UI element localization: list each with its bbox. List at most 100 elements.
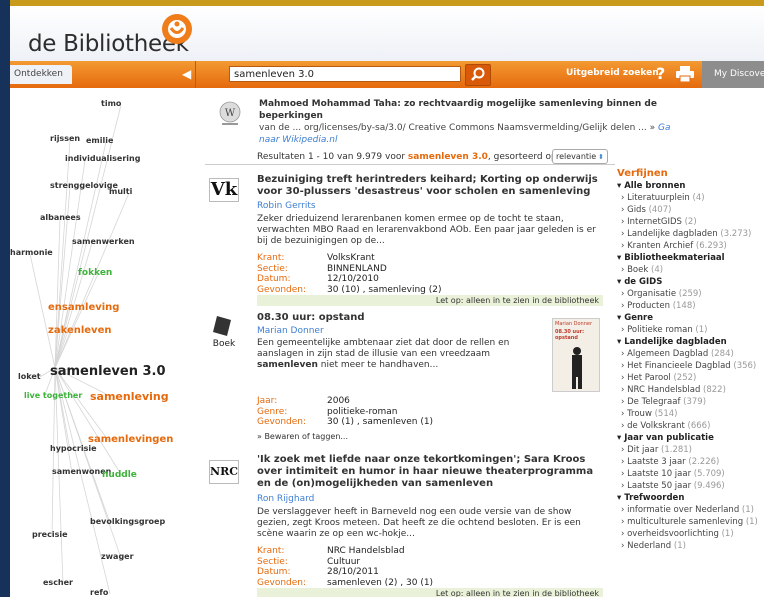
refine-item[interactable]: › informatie over Nederland (1) bbox=[617, 504, 764, 516]
print-icon[interactable] bbox=[676, 66, 694, 82]
refine-item[interactable]: › overheidsvoorlichting (1) bbox=[617, 528, 764, 540]
refine-item[interactable]: › Politieke roman (1) bbox=[617, 324, 764, 336]
cover-author: Marian Donner bbox=[555, 321, 593, 327]
cloud-word[interactable]: individualisering bbox=[65, 154, 140, 163]
refine-item[interactable]: › Laatste 50 jaar (9.496) bbox=[617, 480, 764, 492]
cloud-word[interactable]: strenggelovige bbox=[50, 181, 118, 190]
save-tag-link[interactable]: » Bewaren of taggen... bbox=[257, 432, 348, 441]
meta-key: Krant: bbox=[257, 253, 285, 263]
refine-title: Verfijnen bbox=[617, 168, 668, 179]
search-button[interactable] bbox=[465, 64, 491, 86]
refine-group-heading[interactable]: ▾ de GIDS bbox=[617, 276, 764, 288]
refine-group-heading[interactable]: ▾ Genre bbox=[617, 312, 764, 324]
refine-item[interactable]: › Landelijke dagbladen (3.273) bbox=[617, 228, 764, 240]
refine-item[interactable]: › Nederland (1) bbox=[617, 540, 764, 552]
cloud-word[interactable]: emilie bbox=[86, 136, 113, 145]
refine-item[interactable]: › Het Parool (252) bbox=[617, 372, 764, 384]
advanced-search-link[interactable]: Uitgebreid zoeken bbox=[566, 68, 659, 78]
refine-item-count: (9.496) bbox=[693, 481, 725, 491]
toolbar: Ontdekken ◀ Uitgebreid zoeken ? My Disco… bbox=[10, 61, 764, 88]
refine-group-heading[interactable]: ▾ Bibliotheekmateriaal bbox=[617, 252, 764, 264]
refine-panel: Verfijnen ▾ Alle bronnen › Literatuurplei… bbox=[617, 168, 764, 597]
refine-item-count: (407) bbox=[648, 205, 672, 215]
wikipedia-link-2[interactable]: naar Wikipedia.nl bbox=[259, 135, 337, 145]
refine-item[interactable]: › multiculturele samenleving (1) bbox=[617, 516, 764, 528]
refine-item-count: (2.226) bbox=[688, 457, 720, 467]
cloud-word[interactable]: live together bbox=[24, 391, 82, 400]
result-title[interactable]: 'Ik zoek met liefde naar onze tekortkomi… bbox=[257, 454, 607, 490]
cloud-word[interactable]: samenleven 3.0 bbox=[50, 364, 166, 379]
cover-figure bbox=[572, 347, 582, 389]
wikipedia-link[interactable]: Ga bbox=[658, 123, 671, 133]
cloud-word[interactable]: samenleving bbox=[90, 390, 169, 403]
cloud-word[interactable]: escher bbox=[43, 578, 73, 587]
svg-text:W: W bbox=[225, 108, 236, 119]
refine-group-heading[interactable]: ▾ Trefwoorden bbox=[617, 492, 764, 504]
refine-item-count: (514) bbox=[654, 409, 678, 419]
wikipedia-logo-icon: W bbox=[219, 101, 241, 125]
cloud-word[interactable]: rijssen bbox=[50, 134, 80, 143]
refine-item[interactable]: › NRC Handelsblad (822) bbox=[617, 384, 764, 396]
refine-item[interactable]: › Gids (407) bbox=[617, 204, 764, 216]
cloud-word[interactable]: loket bbox=[18, 372, 41, 381]
results-count: Resultaten 1 - 10 van 9.979 voor samenle… bbox=[257, 152, 560, 162]
cloud-word[interactable]: bevolkingsgroep bbox=[90, 517, 165, 526]
result-author[interactable]: Robin Gerrits bbox=[257, 201, 316, 211]
result-meta: Jaar: 2006 Genre: politieke-roman Gevonden… bbox=[257, 396, 433, 428]
refine-item[interactable]: › De Telegraaf (379) bbox=[617, 396, 764, 408]
refine-item-count: (666) bbox=[687, 421, 711, 431]
refine-item[interactable]: › Literatuurplein (4) bbox=[617, 192, 764, 204]
result-title[interactable]: Bezuiniging treft herintreders keihard; … bbox=[257, 174, 607, 198]
cloud-word[interactable]: refo bbox=[90, 588, 108, 597]
book-cover[interactable]: Marian Donner 08.30 uur: opstand bbox=[552, 318, 600, 392]
refine-item[interactable]: › InternetGIDS (2) bbox=[617, 216, 764, 228]
refine-item[interactable]: › Trouw (514) bbox=[617, 408, 764, 420]
cloud-word[interactable]: multi bbox=[109, 187, 132, 196]
refine-item[interactable]: › Het Financieele Dagblad (356) bbox=[617, 360, 764, 372]
refine-item-count: (356) bbox=[733, 361, 757, 371]
cloud-word[interactable]: precisie bbox=[32, 530, 68, 539]
snippet-text: Een gemeentelijke ambtenaar ziet dat doo… bbox=[257, 338, 510, 359]
refine-item[interactable]: › Dit jaar (1.281) bbox=[617, 444, 764, 456]
refine-item[interactable]: › Organisatie (259) bbox=[617, 288, 764, 300]
result-author[interactable]: Marian Donner bbox=[257, 326, 324, 336]
cloud-word[interactable]: fokken bbox=[78, 268, 112, 278]
help-icon[interactable]: ? bbox=[656, 64, 665, 84]
my-discover-tab[interactable]: My Discove bbox=[702, 61, 764, 88]
search-input[interactable] bbox=[229, 66, 461, 82]
refine-item-count: (6.293) bbox=[695, 241, 727, 251]
snippet-highlight: samenleven bbox=[257, 360, 318, 370]
refine-item-label: › Laatste 50 jaar bbox=[621, 481, 694, 491]
refine-group-heading[interactable]: ▾ Landelijke dagbladen bbox=[617, 336, 764, 348]
refine-item[interactable]: › Producten (148) bbox=[617, 300, 764, 312]
refine-group-heading[interactable]: ▾ Alle bronnen bbox=[617, 180, 764, 192]
cloud-word[interactable]: timo bbox=[101, 99, 121, 108]
refine-item[interactable]: › Laatste 3 jaar (2.226) bbox=[617, 456, 764, 468]
result-author[interactable]: Ron Rijghard bbox=[257, 494, 314, 504]
cloud-word[interactable]: albanees bbox=[40, 213, 81, 222]
cloud-word[interactable]: samenwerken bbox=[72, 237, 135, 246]
cloud-word[interactable]: zakenleven bbox=[48, 325, 111, 336]
cloud-word[interactable]: samenlevingen bbox=[88, 434, 173, 445]
refine-item[interactable]: › Laatste 10 jaar (5.709) bbox=[617, 468, 764, 480]
bibliotheek-logo-icon bbox=[162, 14, 192, 44]
cloud-word[interactable]: huddle bbox=[102, 470, 137, 480]
sort-select[interactable]: relevantie ⬍ bbox=[552, 149, 608, 164]
tab-ontdekken[interactable]: Ontdekken bbox=[10, 65, 72, 84]
refine-item-label: › Producten bbox=[621, 301, 673, 311]
refine-list: ▾ Alle bronnen › Literatuurplein (4) › Gid… bbox=[617, 180, 764, 552]
search-icon bbox=[471, 67, 485, 81]
refine-item[interactable]: › de Volkskrant (666) bbox=[617, 420, 764, 432]
cloud-word[interactable]: hypocrisie bbox=[50, 444, 97, 453]
collapse-panel-icon[interactable]: ◀ bbox=[182, 67, 196, 81]
cloud-word[interactable]: harmonie bbox=[10, 248, 53, 257]
refine-item[interactable]: › Algemeen Dagblad (284) bbox=[617, 348, 764, 360]
refine-item-count: (148) bbox=[672, 301, 696, 311]
refine-item-count: (379) bbox=[683, 397, 707, 407]
refine-group-heading[interactable]: ▾ Jaar van publicatie bbox=[617, 432, 764, 444]
cloud-word[interactable]: ensamleving bbox=[48, 302, 119, 313]
refine-item[interactable]: › Boek (4) bbox=[617, 264, 764, 276]
refine-item[interactable]: › Kranten Archief (6.293) bbox=[617, 240, 764, 252]
discovery-panel: timo rijssen emilie individualisering streng… bbox=[10, 88, 195, 597]
cloud-word[interactable]: zwager bbox=[101, 552, 134, 561]
